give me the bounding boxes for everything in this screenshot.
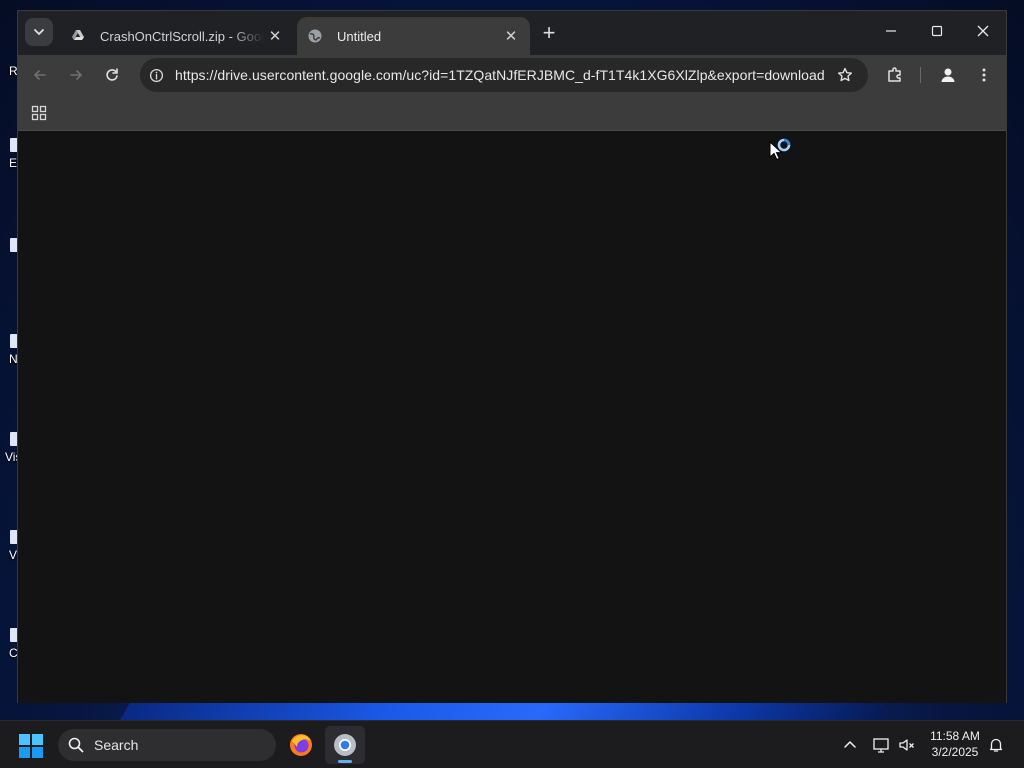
- person-icon: [941, 68, 955, 82]
- new-tab-button[interactable]: +: [536, 20, 562, 46]
- reload-icon: [106, 68, 118, 81]
- minimize-button[interactable]: [868, 11, 914, 51]
- bell-icon: [989, 738, 1003, 752]
- desktop-icon-notepad[interactable]: N: [0, 334, 18, 396]
- close-icon: [977, 25, 989, 37]
- address-bar[interactable]: https://drive.usercontent.google.com/uc?…: [140, 58, 868, 92]
- arrow-right-icon: [70, 70, 82, 80]
- desktop-icon-recycle-bin[interactable]: R: [0, 46, 18, 108]
- notifications-button[interactable]: [985, 734, 1007, 756]
- busy-cursor-icon: [769, 138, 791, 161]
- close-window-button[interactable]: [960, 11, 1006, 51]
- network-button[interactable]: [870, 734, 892, 756]
- globe-icon: [308, 29, 322, 43]
- arrow-left-icon: [34, 70, 46, 80]
- browser-window: CrashOnCtrlScroll.zip - Google Drive ✕ U…: [17, 10, 1007, 703]
- star-icon[interactable]: [837, 67, 853, 83]
- reload-button[interactable]: [97, 60, 127, 90]
- taskbar-app-firefox[interactable]: [281, 726, 321, 764]
- search-label: Search: [94, 737, 139, 753]
- desktop-icon-visual-studio[interactable]: Vis: [0, 432, 21, 494]
- desktop-icon-label: V: [9, 548, 18, 562]
- back-button[interactable]: [25, 60, 55, 90]
- more-vertical-icon: [982, 68, 986, 82]
- bookmarks-bar: [18, 95, 1006, 131]
- tab-crash-zip[interactable]: CrashOnCtrlScroll.zip - Google Drive ✕: [60, 17, 294, 55]
- close-tab-icon[interactable]: ✕: [264, 25, 286, 47]
- speaker-muted-icon: [899, 739, 914, 751]
- active-app-indicator: [338, 760, 352, 763]
- chevron-up-icon: [844, 741, 856, 748]
- drive-icon: [72, 30, 84, 40]
- puzzle-icon: [888, 67, 901, 82]
- site-info-icon[interactable]: [149, 68, 164, 83]
- desktop-icon-chrome[interactable]: C: [0, 628, 18, 690]
- clock-date: 3/2/2025: [931, 745, 979, 759]
- taskbar: Search 11:58 AM 3/2/2025: [0, 720, 1024, 768]
- desktop-icon-vlc[interactable]: V: [0, 530, 18, 592]
- apps-shortcut[interactable]: [28, 102, 50, 124]
- tab-title: Untitled: [337, 28, 382, 44]
- tab-search-button[interactable]: [25, 18, 53, 46]
- minimize-icon: [886, 30, 896, 32]
- maximize-button[interactable]: [914, 11, 960, 51]
- taskbar-search[interactable]: Search: [58, 729, 276, 761]
- apps-grid-icon: [31, 105, 47, 121]
- tab-title: CrashOnCtrlScroll.zip - Google Drive: [100, 28, 264, 44]
- search-icon: [68, 737, 84, 753]
- page-content: [18, 132, 1006, 703]
- firefox-icon: [290, 734, 312, 756]
- start-button[interactable]: [18, 733, 44, 759]
- windows-logo-icon: [19, 734, 43, 758]
- profile-button[interactable]: [933, 60, 963, 90]
- browser-toolbar: https://drive.usercontent.google.com/uc?…: [18, 55, 1006, 95]
- url-text[interactable]: https://drive.usercontent.google.com/uc?…: [175, 67, 825, 83]
- clock-time: 11:58 AM: [930, 729, 980, 743]
- desktop-icon-edge[interactable]: E: [0, 138, 18, 200]
- forward-button[interactable]: [61, 60, 91, 90]
- close-tab-icon[interactable]: ✕: [500, 25, 522, 47]
- network-icon: [873, 738, 889, 753]
- extensions-button[interactable]: [880, 60, 910, 90]
- toolbar-divider: [920, 67, 921, 83]
- volume-button[interactable]: [896, 734, 918, 756]
- tab-untitled[interactable]: Untitled ✕: [297, 17, 530, 55]
- chevron-down-icon: [34, 29, 44, 35]
- desktop-icon-label: E: [9, 156, 18, 170]
- tab-strip: CrashOnCtrlScroll.zip - Google Drive ✕ U…: [18, 11, 1006, 55]
- menu-button[interactable]: [969, 60, 999, 90]
- desktop-icon-app[interactable]: [0, 238, 18, 300]
- chrome-icon: [334, 734, 356, 756]
- system-clock[interactable]: 11:58 AM 3/2/2025: [922, 728, 988, 760]
- show-hidden-icons-button[interactable]: [839, 734, 861, 756]
- taskbar-app-chrome[interactable]: [325, 726, 365, 764]
- maximize-icon: [931, 25, 943, 37]
